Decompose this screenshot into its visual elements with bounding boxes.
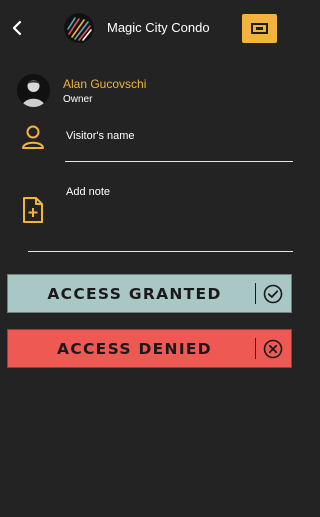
- chevron-left-icon: [12, 20, 22, 36]
- access-denied-label: ACCESS DENIED: [57, 339, 212, 358]
- file-plus-icon: [23, 197, 43, 223]
- access-denied-button[interactable]: ACCESS DENIED: [7, 329, 292, 368]
- condo-logo: [64, 13, 94, 43]
- x-circle-icon: [263, 339, 283, 358]
- avatar: [17, 74, 50, 107]
- owner-role: Owner: [63, 94, 93, 105]
- access-granted-button[interactable]: ACCESS GRANTED: [7, 274, 292, 313]
- visitor-name-input[interactable]: Visitor's name: [66, 130, 135, 142]
- button-divider: [255, 283, 256, 304]
- id-card-icon: [251, 23, 268, 34]
- visitor-name-underline: [65, 161, 293, 162]
- back-button[interactable]: [6, 16, 28, 40]
- id-card-button[interactable]: [242, 14, 277, 43]
- owner-name: Alan Gucovschi: [63, 77, 147, 91]
- add-note-input[interactable]: Add note: [66, 186, 110, 198]
- button-divider: [255, 338, 256, 359]
- access-granted-label: ACCESS GRANTED: [47, 284, 222, 303]
- app-title: Magic City Condo: [107, 20, 210, 35]
- person-icon: [22, 125, 44, 149]
- check-circle-icon: [263, 284, 283, 303]
- add-note-underline: [28, 251, 293, 252]
